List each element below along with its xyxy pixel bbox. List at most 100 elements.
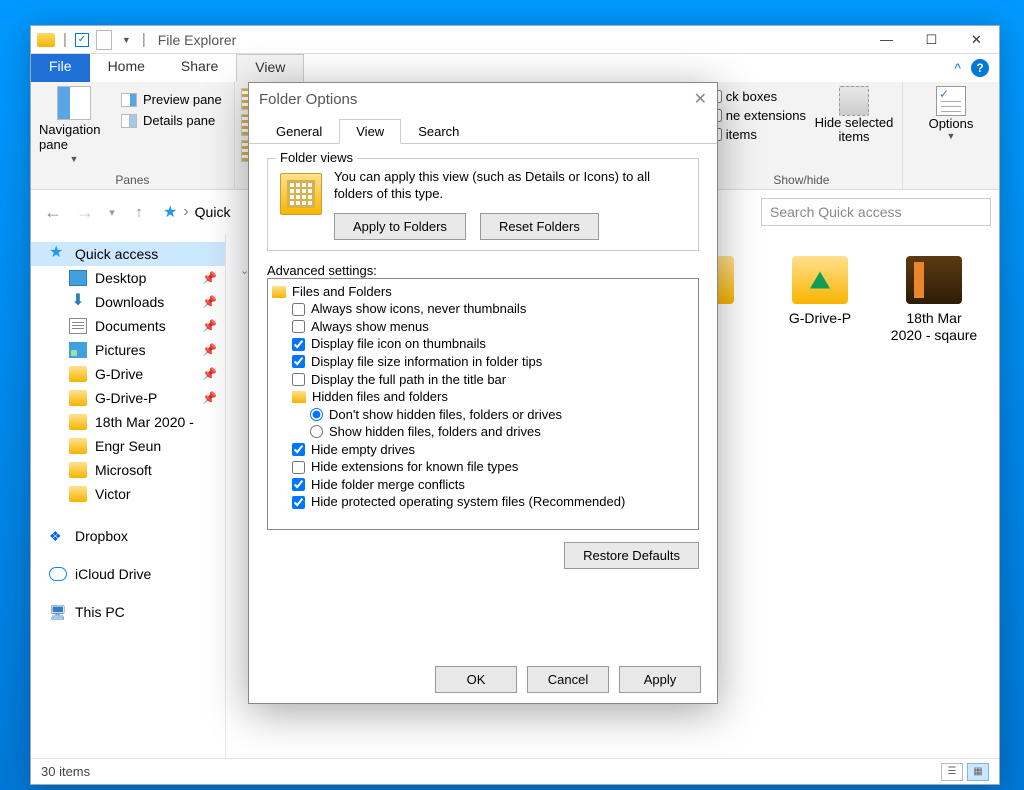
maximize-button[interactable]: ☐ bbox=[909, 26, 954, 54]
pin-icon: 📌 bbox=[202, 271, 217, 285]
hide-selected-button[interactable]: Hide selected items bbox=[814, 86, 894, 145]
hidden-items-toggle[interactable]: items bbox=[709, 126, 806, 143]
folder-label: 18th Mar 2020 - sqaure bbox=[889, 310, 979, 344]
minimize-button[interactable]: — bbox=[864, 26, 909, 54]
tab-file[interactable]: File bbox=[31, 54, 90, 82]
tree-item-label: Engr Seun bbox=[95, 438, 161, 454]
folder-icon bbox=[69, 390, 87, 406]
cancel-button[interactable]: Cancel bbox=[527, 666, 609, 693]
tab-home[interactable]: Home bbox=[90, 54, 163, 82]
apply-button[interactable]: Apply bbox=[619, 666, 701, 693]
address-bar[interactable]: ★ › Quick bbox=[157, 198, 236, 226]
opt-display-thumb[interactable]: Display file icon on thumbnails bbox=[270, 335, 696, 353]
qat-separator-2: | bbox=[140, 31, 148, 48]
history-dropdown[interactable]: ▾ bbox=[103, 198, 121, 226]
view-details-button[interactable]: ☰ bbox=[941, 763, 963, 781]
pin-icon: 📌 bbox=[202, 367, 217, 381]
item-count: 30 items bbox=[41, 764, 90, 779]
tree-item-dropbox[interactable]: ❖ Dropbox bbox=[31, 524, 225, 548]
tab-share[interactable]: Share bbox=[163, 54, 236, 82]
chevron-down-icon: ▼ bbox=[947, 131, 956, 141]
folder-item-gdrivep-c[interactable]: G-Drive-P bbox=[775, 256, 865, 758]
advanced-settings-list[interactable]: Files and Folders Always show icons, nev… bbox=[267, 278, 699, 530]
tree-item-label: G-Drive bbox=[95, 366, 143, 382]
tab-view[interactable]: View bbox=[339, 119, 401, 144]
dbx-icon: ❖ bbox=[49, 528, 67, 544]
dialog-close-button[interactable]: ✕ bbox=[694, 89, 707, 109]
opt-show-hidden[interactable]: Show hidden files, folders and drives bbox=[270, 423, 696, 441]
download-icon: ⬇ bbox=[69, 294, 87, 310]
opt-hide-protected[interactable]: Hide protected operating system files (R… bbox=[270, 493, 696, 511]
help-icon[interactable]: ? bbox=[971, 59, 989, 77]
opt-display-path[interactable]: Display the full path in the title bar bbox=[270, 371, 696, 389]
folder-icon bbox=[792, 256, 848, 304]
view-icons-button[interactable]: ▦ bbox=[967, 763, 989, 781]
qat-newfolder-icon[interactable] bbox=[97, 31, 111, 49]
dialog-title: Folder Options bbox=[259, 91, 357, 108]
breadcrumb-sep-icon: › bbox=[183, 203, 188, 221]
breadcrumb[interactable]: Quick bbox=[195, 204, 231, 220]
opt-always-icons[interactable]: Always show icons, never thumbnails bbox=[270, 300, 696, 318]
tree-item-ms[interactable]: Microsoft bbox=[31, 458, 225, 482]
tab-general[interactable]: General bbox=[259, 119, 339, 144]
showhide-group-label: Show/hide bbox=[709, 173, 894, 189]
tab-search[interactable]: Search bbox=[401, 119, 476, 144]
tree-item-mar18[interactable]: 18th Mar 2020 - bbox=[31, 410, 225, 434]
tree-item-engr[interactable]: Engr Seun bbox=[31, 434, 225, 458]
details-pane-button[interactable]: Details pane bbox=[117, 111, 226, 130]
tree-item-quick[interactable]: ★Quick access bbox=[31, 242, 225, 266]
navigation-pane-button[interactable]: Navigation pane ▼ bbox=[39, 86, 109, 164]
forward-button[interactable]: → bbox=[71, 198, 99, 226]
tree-item-thispc[interactable]: 🖥 This PC bbox=[31, 600, 225, 624]
navigation-pane-icon bbox=[57, 86, 91, 120]
opt-always-menus[interactable]: Always show menus bbox=[270, 318, 696, 336]
app-icon bbox=[37, 33, 55, 47]
tree-item-documents[interactable]: Documents📌 bbox=[31, 314, 225, 338]
navigation-tree[interactable]: ★Quick accessDesktop📌⬇Downloads📌Document… bbox=[31, 234, 226, 758]
tree-item-gdrivep[interactable]: G-Drive-P📌 bbox=[31, 386, 225, 410]
opt-hide-merge[interactable]: Hide folder merge conflicts bbox=[270, 476, 696, 494]
tree-item-label: Microsoft bbox=[95, 462, 152, 478]
qat-properties-icon[interactable]: ✓ bbox=[75, 33, 89, 47]
qat-separator: | bbox=[61, 31, 69, 48]
ribbon-collapse-icon[interactable]: ^ bbox=[954, 60, 961, 76]
options-button[interactable]: Options ▼ bbox=[911, 86, 991, 141]
hide-selected-icon bbox=[839, 86, 869, 116]
opt-hide-ext[interactable]: Hide extensions for known file types bbox=[270, 458, 696, 476]
tree-item-label: Dropbox bbox=[75, 528, 128, 544]
star-icon: ★ bbox=[49, 246, 67, 262]
preview-pane-icon bbox=[121, 93, 137, 107]
tree-item-icloud[interactable]: iCloud Drive bbox=[31, 562, 225, 586]
tree-item-pictures[interactable]: Pictures📌 bbox=[31, 338, 225, 362]
back-button[interactable]: ← bbox=[39, 198, 67, 226]
search-input[interactable]: Search Quick access bbox=[761, 198, 991, 226]
filename-ext-toggle[interactable]: ne extensions bbox=[709, 107, 806, 124]
tree-item-gdrive[interactable]: G-Drive 📌 bbox=[31, 362, 225, 386]
folder-views-icon bbox=[280, 173, 322, 215]
desktop-icon bbox=[69, 270, 87, 286]
up-button[interactable]: ↑ bbox=[125, 198, 153, 226]
folder-label: G-Drive-P bbox=[789, 310, 851, 327]
folder-item-mar18-c[interactable]: 18th Mar 2020 - sqaure bbox=[889, 256, 979, 758]
preview-pane-button[interactable]: Preview pane bbox=[117, 90, 226, 109]
ok-button[interactable]: OK bbox=[435, 666, 517, 693]
tab-view[interactable]: View bbox=[236, 54, 304, 82]
close-button[interactable]: ✕ bbox=[954, 26, 999, 54]
qat-customize-icon[interactable]: ▼ bbox=[119, 35, 134, 45]
opt-hide-empty[interactable]: Hide empty drives bbox=[270, 441, 696, 459]
reset-folders-button[interactable]: Reset Folders bbox=[480, 213, 599, 240]
tree-item-downloads[interactable]: ⬇Downloads📌 bbox=[31, 290, 225, 314]
titlebar: | ✓ ▼ | File Explorer — ☐ ✕ bbox=[31, 26, 999, 54]
tree-item-label: This PC bbox=[75, 604, 125, 620]
item-checkboxes-toggle[interactable]: ck boxes bbox=[709, 88, 806, 105]
tree-item-desktop[interactable]: Desktop📌 bbox=[31, 266, 225, 290]
quick-access-icon: ★ bbox=[163, 202, 177, 222]
pc-icon: 🖥 bbox=[49, 604, 67, 620]
opt-display-size[interactable]: Display file size information in folder … bbox=[270, 353, 696, 371]
folder-icon bbox=[69, 366, 87, 382]
pin-icon: 📌 bbox=[202, 391, 217, 405]
tree-item-victor[interactable]: Victor bbox=[31, 482, 225, 506]
restore-defaults-button[interactable]: Restore Defaults bbox=[564, 542, 699, 569]
apply-to-folders-button[interactable]: Apply to Folders bbox=[334, 213, 466, 240]
opt-dont-show-hidden[interactable]: Don't show hidden files, folders or driv… bbox=[270, 406, 696, 424]
